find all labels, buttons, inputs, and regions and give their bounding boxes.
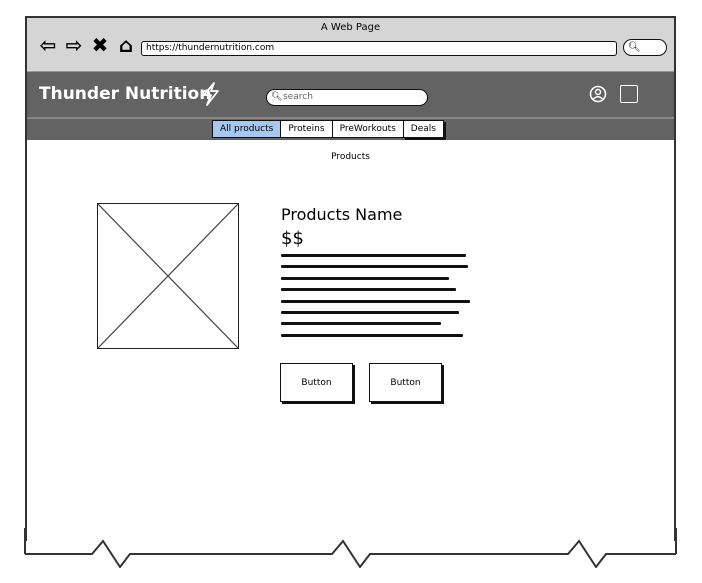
address-bar[interactable]: https://thundernutrition.com: [141, 41, 617, 56]
brand-name[interactable]: Thunder Nutrition: [39, 84, 211, 104]
search-input[interactable]: 🔍︎ search: [266, 89, 428, 106]
category-tabs: All products Proteins PreWorkouts Deals: [212, 120, 444, 138]
tab-deals[interactable]: Deals: [402, 120, 444, 138]
browser-window: A Web Page ⇦ ⇨ ✖ ⌂ https://thundernutrit…: [25, 16, 676, 541]
cart-square-icon[interactable]: [620, 85, 638, 103]
product-name: Products Name: [281, 205, 403, 224]
product-price: $$: [281, 228, 304, 249]
tab-proteins[interactable]: Proteins: [280, 120, 333, 138]
site-header: Thunder Nutrition 🔍︎ search All products…: [27, 72, 674, 140]
close-x-icon[interactable]: ✖: [89, 34, 111, 56]
search-icon: 🔍︎: [271, 92, 283, 102]
user-circle-icon[interactable]: [589, 85, 607, 103]
header-divider: [27, 117, 674, 119]
breadcrumb: Products: [331, 152, 370, 162]
home-icon[interactable]: ⌂: [115, 34, 137, 56]
product-button-1[interactable]: Button: [280, 363, 353, 402]
back-arrow-icon[interactable]: ⇦: [37, 34, 59, 56]
product-image-placeholder: [97, 203, 239, 349]
forward-arrow-icon[interactable]: ⇨: [63, 34, 85, 56]
browser-search[interactable]: 🔍︎: [623, 39, 667, 56]
tab-preworkouts[interactable]: PreWorkouts: [331, 120, 404, 138]
browser-nav: ⇦ ⇨ ✖ ⌂: [37, 34, 137, 56]
torn-bottom-edge: [24, 528, 677, 568]
product-button-2[interactable]: Button: [369, 363, 442, 402]
tab-all-products[interactable]: All products: [212, 120, 282, 138]
search-icon: 🔍︎: [628, 42, 641, 53]
window-title: A Web Page: [320, 22, 381, 33]
lightning-bolt-icon: [203, 82, 219, 106]
product-description-scribble: [281, 254, 471, 345]
search-placeholder: search: [283, 92, 313, 102]
browser-chrome: A Web Page ⇦ ⇨ ✖ ⌂ https://thundernutrit…: [27, 18, 674, 72]
